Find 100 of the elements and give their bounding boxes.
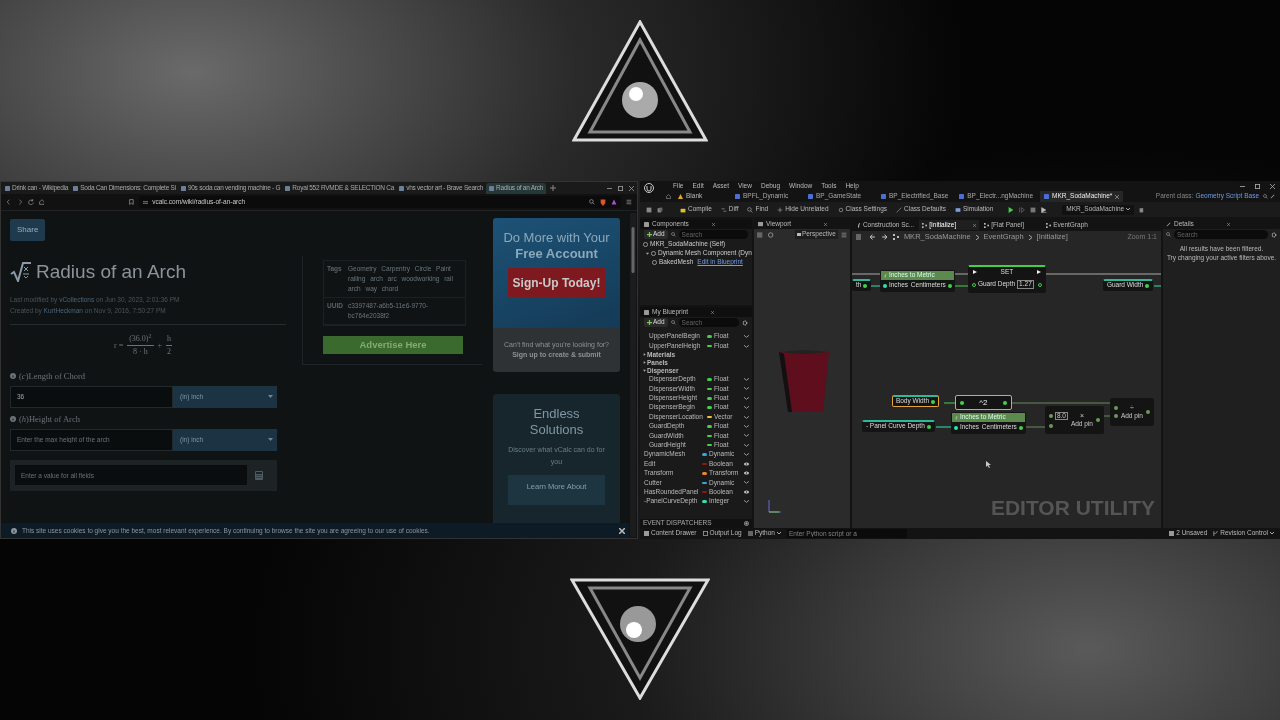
chevron-icon	[776, 532, 781, 535]
exec-pin-icon	[1036, 270, 1041, 274]
cup-mesh-drawing	[778, 349, 830, 413]
page-icon	[5, 186, 10, 191]
chevron-icon[interactable]	[744, 453, 749, 457]
node-wire	[869, 285, 880, 287]
node-wire	[954, 285, 968, 287]
chevron-icon	[1270, 532, 1274, 535]
settings-icon[interactable]	[742, 319, 748, 326]
reload-icon[interactable]	[27, 199, 34, 205]
close-icon[interactable]	[711, 310, 715, 314]
page-icon	[73, 186, 79, 191]
zoom-icon[interactable]	[589, 199, 596, 205]
stop-icon[interactable]	[1030, 206, 1037, 213]
graph-icon	[984, 222, 990, 228]
lion-shield-icon[interactable]	[600, 198, 607, 206]
minimize-icon[interactable]	[607, 186, 612, 191]
settings-icon[interactable]	[1271, 231, 1277, 238]
play-icon[interactable]	[1008, 206, 1015, 213]
close-icon[interactable]	[1115, 194, 1120, 199]
pencil-icon	[1166, 221, 1171, 227]
node-wire	[954, 273, 968, 275]
node-wire	[943, 402, 955, 404]
pencil-icon[interactable]	[1270, 194, 1275, 199]
cone-icon	[678, 194, 683, 199]
eye-icon[interactable]	[744, 462, 749, 466]
chevron-icon[interactable]	[744, 481, 749, 485]
chevron-icon[interactable]	[744, 377, 749, 381]
node-wire	[851, 273, 880, 275]
node-wire	[935, 426, 951, 428]
chevron-icon[interactable]	[744, 500, 749, 504]
page-icon	[285, 186, 291, 191]
page-icon	[399, 186, 405, 191]
eye-icon[interactable]	[744, 490, 749, 495]
branch-icon	[1213, 531, 1219, 536]
close-icon[interactable]	[619, 527, 625, 534]
caret-icon	[268, 395, 273, 399]
chevron-icon[interactable]	[744, 424, 749, 428]
chevron-icon[interactable]	[744, 415, 749, 419]
cursor-icon	[985, 461, 991, 468]
graph-icon	[1046, 222, 1052, 228]
bookmark-icon[interactable]	[129, 199, 135, 205]
search-icon	[670, 232, 676, 237]
close-icon[interactable]	[824, 222, 828, 226]
graph-icon	[892, 234, 899, 240]
page-icon	[489, 186, 495, 191]
info-icon	[10, 373, 16, 380]
maximize-icon[interactable]	[1255, 183, 1260, 189]
search-icon[interactable]	[1263, 194, 1268, 199]
home-icon[interactable]	[38, 199, 45, 205]
add-circle-icon[interactable]	[744, 521, 749, 526]
caret-icon	[268, 438, 273, 441]
node-wire	[1025, 426, 1045, 428]
operator-node[interactable]: ^2	[954, 395, 1012, 410]
expand-arrow-icon[interactable]	[643, 369, 646, 373]
eject-icon[interactable]	[1041, 206, 1048, 213]
forward-icon[interactable]	[880, 234, 888, 240]
settings-icon	[837, 206, 844, 213]
close-icon[interactable]	[1226, 222, 1230, 226]
back-icon[interactable]	[868, 234, 876, 240]
minimize-icon[interactable]	[1240, 183, 1245, 189]
info-icon	[11, 527, 17, 534]
expand-arrow-icon[interactable]	[646, 252, 649, 255]
field-label: (c)Length of Chord	[19, 370, 86, 383]
camera-icon	[796, 233, 801, 236]
promo-title: Endless Solutions	[528, 406, 585, 438]
expand-arrow-icon[interactable]	[643, 361, 646, 365]
share-button[interactable]: Share	[10, 219, 46, 241]
chevron-icon[interactable]	[744, 396, 749, 400]
log-icon	[702, 531, 708, 536]
home-icon[interactable]	[666, 194, 671, 199]
close-icon[interactable]	[711, 222, 715, 226]
close-icon[interactable]	[1270, 183, 1275, 189]
menu-icon[interactable]	[626, 199, 632, 205]
close-icon[interactable]	[629, 186, 634, 191]
eye-icon[interactable]	[744, 471, 749, 476]
plus-icon	[647, 232, 652, 237]
search-icon	[1166, 232, 1171, 237]
chevron-right-icon	[1028, 234, 1032, 240]
new-tab-icon[interactable]	[550, 185, 557, 191]
close-icon[interactable]	[973, 223, 977, 227]
chevron-right-icon	[975, 234, 979, 240]
chevron-icon[interactable]	[744, 406, 749, 410]
search-icon	[747, 206, 754, 213]
chevron-icon[interactable]	[744, 387, 749, 391]
pencil-icon	[896, 206, 903, 213]
graph-icon	[922, 222, 928, 228]
chevron-icon[interactable]	[744, 335, 749, 339]
chevron-icon	[1126, 208, 1131, 211]
maximize-icon[interactable]	[618, 186, 623, 191]
expand-arrow-icon[interactable]	[643, 353, 646, 357]
square-root-icon	[10, 262, 32, 283]
triangle-icon[interactable]	[611, 199, 618, 205]
axis-gizmo-icon	[766, 498, 782, 514]
chevron-icon[interactable]	[744, 434, 749, 438]
chevron-icon[interactable]	[744, 344, 749, 348]
chevron-icon[interactable]	[744, 443, 749, 447]
page-title: Radius of an Arch	[36, 260, 186, 284]
signup-button[interactable]: Sign-Up Today!	[508, 268, 605, 297]
search-icon	[670, 320, 676, 325]
